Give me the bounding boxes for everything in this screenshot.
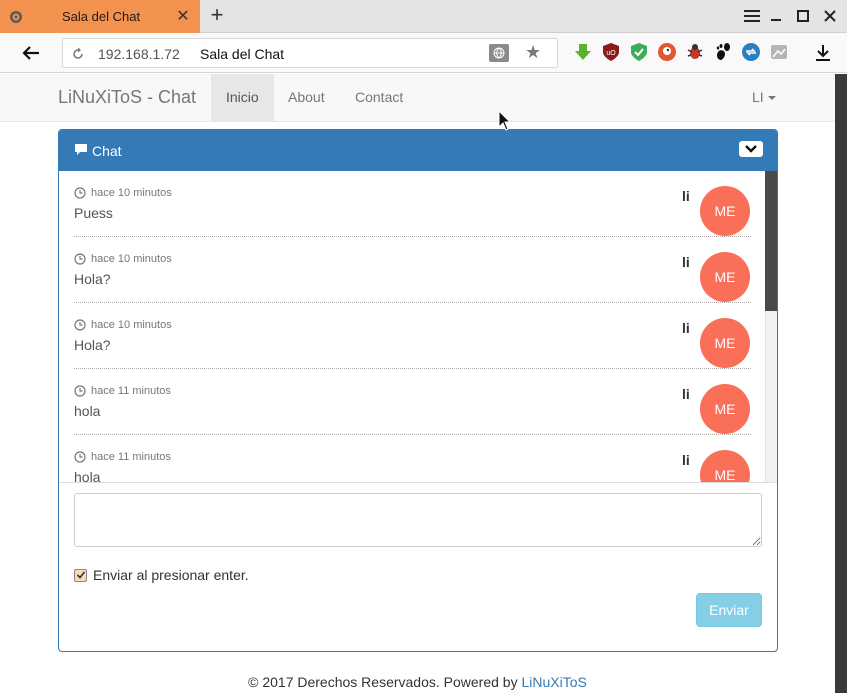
globe-icon[interactable] [489,44,509,62]
chat-scrollbar-thumb[interactable] [765,171,777,311]
send-on-enter-option[interactable]: Enviar al presionar enter. [74,567,249,583]
nav-item-contact[interactable]: Contact [340,74,418,122]
chat-panel-heading: Chat [59,130,777,171]
minimize-icon[interactable] [766,6,786,26]
message-username: li [682,188,690,204]
message-time-text: hace 10 minutos [91,253,172,265]
clock-icon [74,451,86,463]
caret-down-icon [767,96,776,101]
message-input[interactable] [74,493,762,547]
hamburger-menu-icon[interactable] [742,6,762,26]
avatar: ME [700,318,750,368]
comment-icon [75,144,87,155]
footer-link[interactable]: LiNuXiToS [521,674,586,690]
message-time-text: hace 10 minutos [91,319,172,331]
chat-message: hace 10 minutos Puess li ME [74,171,751,237]
browser-tab-bar: Sala del Chat ✕ + [0,0,847,33]
send-on-enter-label: Enviar al presionar enter. [93,567,249,583]
maximize-icon[interactable] [793,6,813,26]
clock-icon [74,253,86,265]
clock-icon [74,385,86,397]
send-button[interactable]: Enviar [696,593,762,627]
chat-message: hace 11 minutos hola li ME [74,369,751,435]
tab-title: Sala del Chat [62,9,141,24]
reload-icon[interactable] [71,47,85,61]
send-on-enter-checkbox[interactable] [74,568,87,582]
browser-tab-active[interactable]: Sala del Chat ✕ [0,0,200,33]
duckduckgo-extension-icon[interactable] [656,41,678,63]
chat-panel-title: Chat [92,143,122,159]
navbar-brand[interactable]: LiNuXiToS - Chat [58,87,196,108]
shield-check-extension-icon[interactable] [628,41,650,63]
message-text: Puess [74,205,113,221]
user-dropdown[interactable]: LI [752,74,776,122]
checkmark-icon [76,571,85,579]
message-time-text: hace 11 minutos [91,451,171,463]
chat-message-list: hace 10 minutos Puess li ME hace 10 minu… [74,171,751,483]
user-dropdown-label: LI [752,89,764,105]
chat-panel-footer: Enviar al presionar enter. Enviar [59,483,777,651]
footer-text: © 2017 Derechos Reservados. Powered by [248,674,522,690]
page-footer: © 2017 Derechos Reservados. Powered by L… [0,674,835,690]
gnome-extension-icon[interactable] [712,41,734,63]
avatar: ME [700,450,750,482]
message-timestamp: hace 11 minutos [74,451,171,463]
bookmark-star-icon[interactable]: ★ [525,42,541,63]
url-host: 192.168.1.72 [98,46,180,62]
message-text: Hola? [74,337,111,353]
new-tab-button[interactable]: + [206,4,228,26]
message-timestamp: hace 10 minutos [74,253,172,265]
download-icon[interactable] [812,42,834,64]
nav-item-inicio[interactable]: Inicio [211,74,274,122]
url-bar[interactable]: 192.168.1.72 Sala del Chat ★ [62,38,558,68]
message-time-text: hace 11 minutos [91,385,171,397]
tab-close-icon[interactable]: ✕ [174,8,192,25]
message-timestamp: hace 10 minutos [74,187,172,199]
avatar: ME [700,186,750,236]
chat-messages-area[interactable]: hace 10 minutos Puess li ME hace 10 minu… [59,171,777,483]
bug-extension-icon[interactable] [684,41,706,63]
ublock-extension-icon[interactable]: uO [600,41,622,63]
download-helper-extension-icon[interactable] [572,41,594,63]
message-text: hola [74,403,101,419]
avatar: ME [700,384,750,434]
image-extension-icon[interactable] [768,41,790,63]
back-arrow-icon[interactable] [18,41,44,65]
chat-message: hace 10 minutos Hola? li ME [74,237,751,303]
tab-favicon-icon [10,10,22,23]
message-username: li [682,254,690,270]
clock-icon [74,319,86,331]
message-timestamp: hace 10 minutos [74,319,172,331]
chat-message: hace 10 minutos Hola? li ME [74,303,751,369]
nav-item-about[interactable]: About [273,74,340,122]
chat-panel: Chat hace 10 minutos Puess li ME hace 10… [58,129,778,652]
svg-text:uO: uO [606,50,616,57]
message-username: li [682,452,690,468]
message-username: li [682,386,690,402]
mouse-cursor-icon [498,110,512,131]
browser-toolbar: 192.168.1.72 Sala del Chat ★ uO [0,33,847,73]
message-username: li [682,320,690,336]
chevron-down-icon [745,145,757,153]
chat-message: hace 11 minutos hola li ME [74,435,751,483]
page-scrollbar[interactable] [835,74,847,693]
message-timestamp: hace 11 minutos [74,385,171,397]
site-navbar: LiNuXiToS - Chat Inicio About Contact LI [0,74,835,122]
url-page-title: Sala del Chat [200,46,285,62]
clock-icon [74,187,86,199]
avatar: ME [700,252,750,302]
close-window-icon[interactable] [820,6,840,26]
message-time-text: hace 10 minutos [91,187,172,199]
web-page: LiNuXiToS - Chat Inicio About Contact LI… [0,74,835,693]
sync-extension-icon[interactable] [740,41,762,63]
message-text: Hola? [74,271,111,287]
message-text: hola [74,469,101,483]
collapse-chevron-button[interactable] [739,141,763,157]
